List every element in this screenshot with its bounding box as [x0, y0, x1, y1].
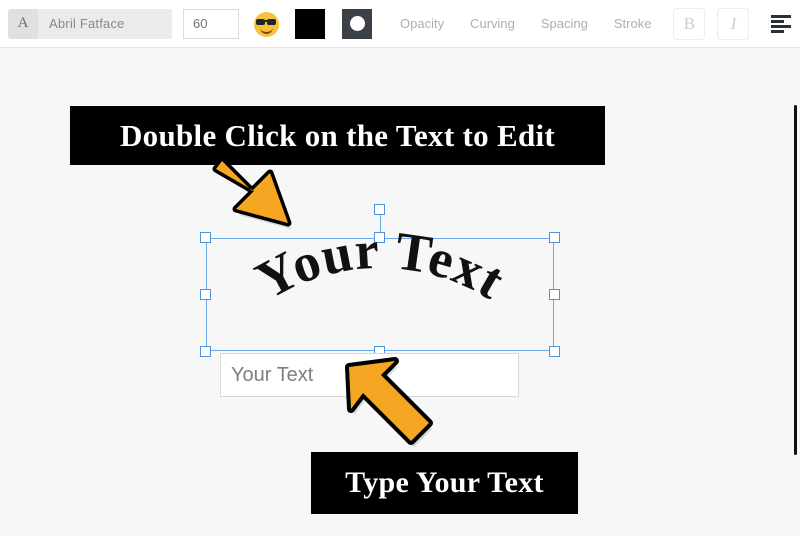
opacity-tool-label[interactable]: Opacity — [400, 16, 444, 31]
align-bar — [771, 14, 792, 18]
resize-handle-middle-right[interactable] — [549, 288, 560, 300]
align-bar — [771, 29, 785, 33]
text-editor-toolbar: A Abril Fatface 60 Opacity Curving Spaci… — [0, 0, 800, 48]
stroke-tool-label[interactable]: Stroke — [614, 16, 652, 31]
bent-arrow-down-right-icon — [206, 156, 302, 236]
emoji-bridge — [264, 19, 269, 22]
outline-color-swatch[interactable] — [342, 8, 372, 39]
resize-handle-bottom-right[interactable] — [549, 346, 560, 357]
canvas-vertical-scrollbar[interactable] — [794, 105, 797, 455]
align-bar — [771, 19, 785, 23]
align-left-icon[interactable] — [771, 14, 792, 33]
sunglasses-smiley-icon[interactable] — [253, 10, 281, 38]
font-family-picker[interactable]: A Abril Fatface — [8, 8, 172, 39]
emoji-smile — [260, 25, 273, 34]
font-family-value: Abril Fatface — [49, 16, 125, 31]
selection-frame — [206, 238, 554, 351]
text-entry-value: Your Text — [231, 363, 314, 386]
letter-a-icon: A — [8, 8, 38, 39]
resize-handle-middle-left[interactable] — [200, 288, 211, 300]
spacing-tool-label[interactable]: Spacing — [541, 16, 588, 31]
arrow-up-left-icon — [341, 357, 441, 447]
bold-button[interactable]: B — [673, 7, 706, 40]
instruction-banner-top: Double Click on the Text to Edit — [70, 106, 605, 165]
rotation-handle[interactable] — [374, 204, 385, 215]
design-canvas[interactable]: Double Click on the Text to Edit Your Te… — [0, 48, 800, 536]
align-bar — [771, 24, 792, 28]
fill-color-swatch[interactable] — [295, 8, 325, 39]
curving-tool-label[interactable]: Curving — [470, 16, 515, 31]
resize-handle-top-left[interactable] — [200, 232, 211, 243]
selection-box[interactable] — [200, 204, 560, 357]
resize-handle-top-right[interactable] — [549, 232, 560, 243]
font-size-input[interactable]: 60 — [183, 8, 239, 39]
resize-handle-bottom-left[interactable] — [200, 346, 211, 357]
resize-handle-top-center[interactable] — [374, 232, 385, 243]
instruction-banner-bottom: Type Your Text — [311, 452, 578, 514]
font-size-value: 60 — [193, 16, 208, 31]
outline-color-dot — [349, 16, 365, 31]
italic-button[interactable]: I — [717, 7, 750, 40]
